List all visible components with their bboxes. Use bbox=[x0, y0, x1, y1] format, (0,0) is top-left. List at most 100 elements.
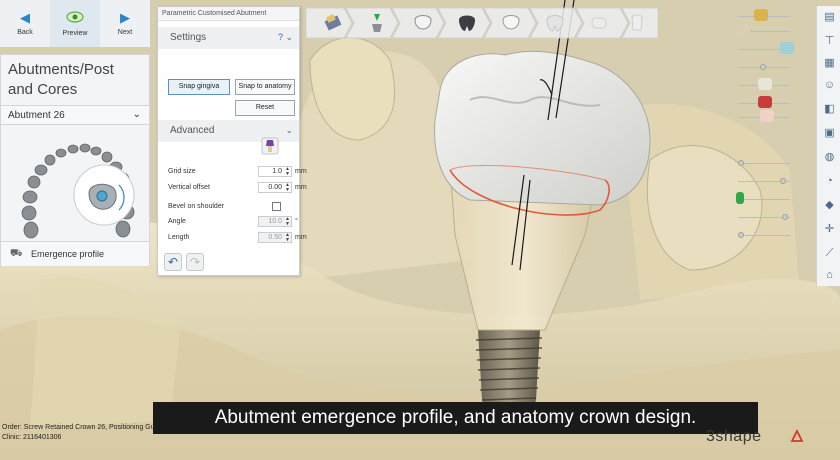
angle-row: Angle 10.0 ▲ ▼ ° bbox=[168, 216, 298, 228]
slider-knob[interactable] bbox=[738, 160, 744, 166]
next-button[interactable]: ▶ Next bbox=[100, 0, 150, 47]
abutment-select-value: Abutment 26 bbox=[8, 110, 65, 121]
chevron-down-icon: ⌄ bbox=[132, 109, 141, 120]
abutment-step-icon[interactable] bbox=[364, 10, 390, 36]
visibility-slider[interactable] bbox=[738, 42, 794, 56]
vertical-offset-label: Vertical offset bbox=[168, 184, 210, 191]
grid-size-label: Grid size bbox=[168, 168, 196, 175]
home-view-icon[interactable]: ⌂ bbox=[822, 268, 837, 283]
ruler-icon[interactable]: ⊤ bbox=[822, 34, 837, 49]
bevel-label: Bevel on shoulder bbox=[168, 203, 225, 210]
face-icon[interactable]: ☺ bbox=[822, 78, 837, 93]
angle-input[interactable]: 10.0 ▲ ▼ bbox=[258, 216, 292, 227]
length-unit: mm bbox=[295, 234, 307, 241]
angle-value: 10.0 bbox=[268, 218, 282, 225]
emergence-profile-item[interactable]: ⛟ Emergence profile bbox=[1, 241, 149, 266]
vertical-offset-unit: mm bbox=[295, 184, 307, 191]
back-button[interactable]: ◀ Back bbox=[0, 0, 50, 47]
video-subtitle: Abutment emergence profile, and anatomy … bbox=[153, 402, 758, 434]
crown-outline-icon[interactable] bbox=[498, 10, 524, 36]
next-label: Next bbox=[117, 29, 133, 36]
visibility-slider[interactable] bbox=[736, 24, 790, 38]
visibility-slider[interactable] bbox=[738, 210, 790, 224]
axis-icon[interactable]: ✛ bbox=[822, 222, 837, 237]
panel-title-line1: Abutments/Post bbox=[8, 61, 114, 78]
abutment-icon[interactable] bbox=[261, 137, 279, 155]
visibility-slider[interactable] bbox=[736, 192, 790, 206]
preview-button[interactable]: Preview bbox=[50, 0, 100, 47]
visibility-slider[interactable] bbox=[738, 110, 790, 124]
gingiva-thumb-icon[interactable] bbox=[760, 110, 774, 122]
snap-gingiva-button[interactable]: Snap gingiva bbox=[168, 79, 230, 95]
snap-to-anatomy-button[interactable]: Snap to anatomy bbox=[235, 79, 295, 95]
tooth-view-icon[interactable]: ◔ bbox=[822, 174, 837, 189]
grid-size-input[interactable]: 1.0 ▲ ▼ bbox=[258, 166, 292, 177]
crown-thumb-icon[interactable] bbox=[758, 78, 772, 90]
margin-thumb-icon[interactable] bbox=[758, 96, 772, 108]
visibility-slider[interactable] bbox=[738, 96, 790, 110]
spinner-icon[interactable]: ▲ ▼ bbox=[285, 167, 290, 177]
visibility-slider[interactable] bbox=[738, 78, 790, 92]
panel-title-line2: and Cores bbox=[8, 81, 78, 98]
tooth-chart[interactable] bbox=[19, 135, 144, 255]
abutment-thumb-icon[interactable] bbox=[754, 9, 768, 21]
layers-icon[interactable]: ▤ bbox=[822, 10, 837, 25]
brand-logo-text: 3shape bbox=[706, 428, 762, 445]
abutment-select[interactable]: Abutment 26 ⌄ bbox=[1, 105, 149, 125]
slider-knob[interactable] bbox=[780, 178, 786, 184]
spinner-icon[interactable]: ▲ ▼ bbox=[285, 233, 290, 243]
back-label: Back bbox=[17, 29, 33, 36]
crown-icon[interactable] bbox=[410, 10, 436, 36]
slider-knob[interactable] bbox=[782, 214, 788, 220]
reset-button[interactable]: Reset bbox=[235, 100, 295, 116]
implant-icon[interactable] bbox=[320, 10, 346, 36]
grid-size-row: Grid size 1.0 ▲ ▼ mm bbox=[168, 166, 307, 178]
grid-size-value: 1.0 bbox=[272, 168, 282, 175]
grid-size-unit: mm bbox=[295, 168, 307, 175]
order-info: Order: Screw Retained Crown 26, Position… bbox=[2, 423, 156, 443]
bevel-checkbox[interactable] bbox=[272, 202, 281, 211]
section-icon[interactable]: ◧ bbox=[822, 102, 837, 117]
tooth-cap-icon[interactable] bbox=[586, 10, 612, 36]
undo-button[interactable]: ↶ bbox=[164, 253, 182, 271]
wizard-navigation: ◀ Back Preview ▶ Next bbox=[0, 0, 150, 48]
bite-icon[interactable]: ◍ bbox=[822, 150, 837, 165]
tooth-dark-icon[interactable] bbox=[454, 10, 480, 36]
vertical-offset-value: 0.00 bbox=[268, 184, 282, 191]
view-icon[interactable]: ▣ bbox=[822, 126, 837, 141]
slider-knob[interactable] bbox=[760, 64, 766, 70]
scan-thumb-icon[interactable] bbox=[780, 42, 794, 54]
visibility-slider[interactable] bbox=[738, 228, 790, 242]
slider-knob[interactable] bbox=[738, 232, 744, 238]
tooth-plain-icon[interactable] bbox=[624, 10, 650, 36]
redo-button[interactable]: ↷ bbox=[186, 253, 204, 271]
right-toolbar: ▤ ⊤ ▦ ☺ ◧ ▣ ◍ ◔ ◆ ✛ ⟋ ⌂ bbox=[816, 6, 840, 286]
tooth-faded-icon[interactable] bbox=[542, 10, 568, 36]
vertical-offset-input[interactable]: 0.00 ▲ ▼ bbox=[258, 182, 292, 193]
help-icon[interactable]: ? ⌄ bbox=[278, 32, 293, 43]
model-icon[interactable]: ▦ bbox=[822, 56, 837, 71]
implant-thumb-icon[interactable] bbox=[736, 192, 744, 204]
model-thumb-icon[interactable] bbox=[736, 24, 750, 36]
chevron-down-icon: ⌄ bbox=[285, 125, 293, 135]
length-input[interactable]: 0.50 ▲ ▼ bbox=[258, 232, 292, 243]
emergence-profile-label: Emergence profile bbox=[31, 249, 105, 259]
spinner-icon[interactable]: ▲ ▼ bbox=[285, 217, 290, 227]
settings-label: Settings bbox=[170, 32, 207, 43]
parametric-abutment-panel: Parametric Customised Abutment Settings … bbox=[157, 6, 307, 276]
measure-icon[interactable]: ⟋ bbox=[822, 246, 837, 261]
spinner-icon[interactable]: ▲ ▼ bbox=[285, 183, 290, 193]
clinic-line: Clinic: 2116401306 bbox=[2, 434, 62, 441]
visibility-slider[interactable] bbox=[738, 60, 790, 74]
cube-icon[interactable]: ◆ bbox=[822, 198, 837, 213]
undo-icon: ↶ bbox=[167, 255, 179, 269]
visibility-slider[interactable] bbox=[738, 9, 790, 23]
settings-section-header[interactable]: Settings ? ⌄ bbox=[158, 27, 299, 49]
length-row: Length 0.50 ▲ ▼ mm bbox=[168, 232, 307, 244]
visibility-slider[interactable] bbox=[738, 156, 790, 170]
visibility-slider[interactable] bbox=[738, 174, 790, 188]
redo-icon: ↷ bbox=[189, 255, 201, 269]
arrow-left-icon: ◀ bbox=[20, 10, 30, 25]
brand-logo-icon bbox=[790, 429, 804, 442]
workflow-step-strip bbox=[305, 4, 659, 42]
